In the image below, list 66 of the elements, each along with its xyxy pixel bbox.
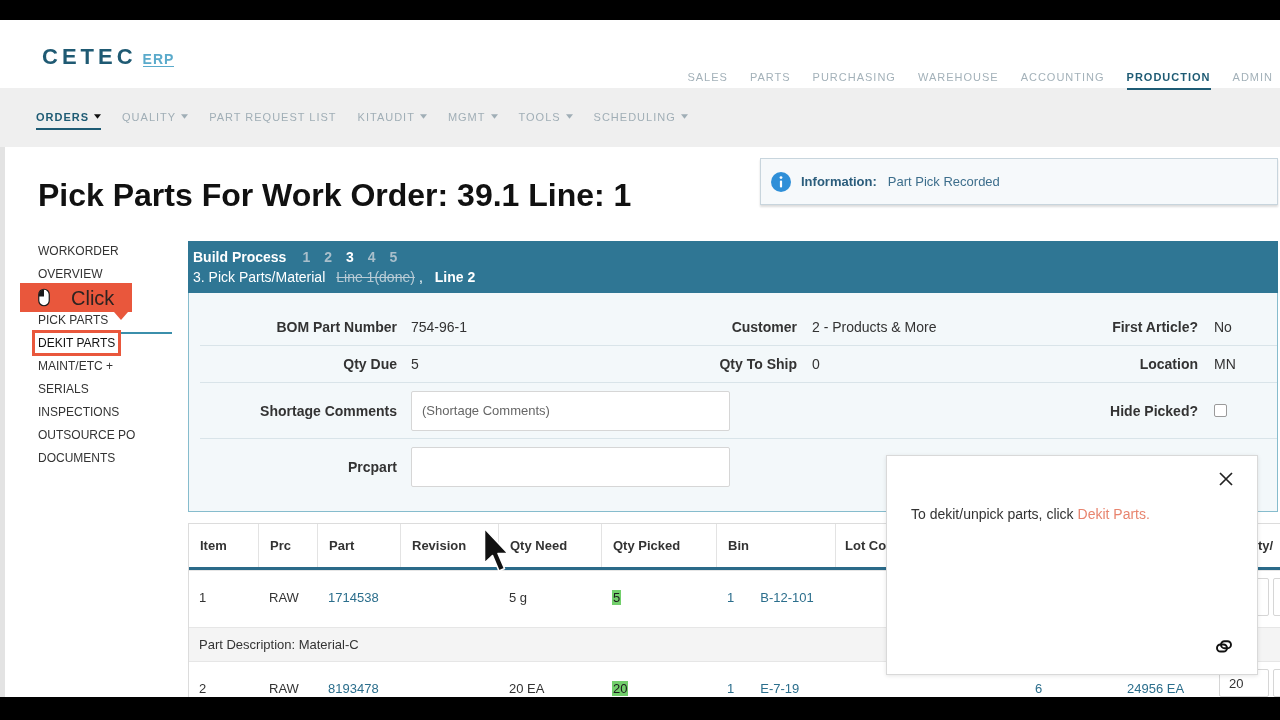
field-value: 0 <box>812 356 820 372</box>
field-value: 754-96-1 <box>411 319 468 335</box>
field-label: Customer <box>731 319 797 335</box>
table-cell-text: 5 g <box>508 589 529 607</box>
column-header[interactable]: Prc <box>259 524 318 567</box>
table-cell-text: 20 EA <box>508 680 546 697</box>
callout-label: Click <box>71 285 115 310</box>
field-label: Location <box>1139 356 1198 372</box>
bin-link[interactable]: B-12-101 <box>760 590 814 606</box>
field-label: BOM Part Number <box>276 319 397 335</box>
part-description: Part Description: Material-C <box>199 636 359 653</box>
picked-quantity: 5 <box>612 590 622 605</box>
table-cell-text: RAW <box>268 589 300 607</box>
field-value: No <box>1214 319 1232 335</box>
bin-quantity-link[interactable]: 1 <box>727 590 735 606</box>
close-button[interactable] <box>1219 472 1233 486</box>
text-field[interactable] <box>411 447 730 487</box>
mouse-pointer-icon <box>483 527 509 573</box>
close-icon <box>1219 472 1233 486</box>
column-header[interactable]: Bin <box>717 524 836 567</box>
popup-message: To dekit/unpick parts, click Dekit Parts. <box>911 505 1151 524</box>
table-cell-text: 1 <box>198 589 208 607</box>
column-header[interactable]: Qty Picked <box>602 524 717 567</box>
column-header[interactable]: Item <box>189 524 259 567</box>
column-header[interactable]: Part <box>318 524 401 567</box>
bin-quantity-link[interactable]: 1 <box>727 681 735 697</box>
table-cell-text: RAW <box>268 680 300 697</box>
step-link[interactable]: 3 <box>345 247 354 267</box>
sidebar-item[interactable]: INSPECTIONS <box>38 400 120 424</box>
field-label: Prcpart <box>347 459 397 475</box>
stage-label: 3. Pick Parts/Material <box>193 268 326 287</box>
sidebar-item[interactable]: SERIALS <box>38 377 89 401</box>
bin-link[interactable]: E-7-19 <box>760 681 800 697</box>
menu-tab[interactable]: ORDERS <box>36 105 102 130</box>
line-link[interactable]: Line 1(done) <box>336 267 415 287</box>
sidebar-item[interactable]: DEKIT PARTS <box>32 330 122 356</box>
picked-quantity: 20 <box>612 681 629 696</box>
sidebar-item[interactable]: WORKORDER OVERVIEW <box>38 239 172 286</box>
text-field[interactable]: (Shortage Comments) <box>411 390 730 431</box>
table-cell-text: 2 <box>198 680 208 697</box>
process-title: Build Process <box>193 248 287 267</box>
field-label: Qty To Ship <box>719 356 797 372</box>
field-label: Qty Due <box>343 356 397 372</box>
notice-message: Part Pick Recorded <box>887 174 1000 189</box>
field-value: MN <box>1214 356 1236 372</box>
sidebar-item[interactable]: DOCUMENTS <box>38 446 116 470</box>
separator-text: , <box>418 268 423 287</box>
sidebar-item[interactable]: MAINT/ETC + <box>38 354 113 378</box>
field-label: First Article? <box>1112 319 1198 335</box>
part-number-link[interactable]: 1714538 <box>328 590 379 605</box>
mouse-icon <box>38 288 50 307</box>
chain-link-icon[interactable] <box>1216 640 1232 653</box>
info-icon <box>771 171 791 192</box>
field-label: Hide Picked? <box>1110 402 1198 419</box>
sidebar-item[interactable]: OUTSOURCE PO <box>38 423 136 447</box>
line-link[interactable]: Line 2 <box>434 267 476 287</box>
part-number-link[interactable]: 8193478 <box>328 681 379 696</box>
logo-wordmark[interactable]: CETEC <box>42 45 137 69</box>
table-link[interactable]: 6 <box>1035 681 1043 696</box>
page-title: Pick Parts For Work Order: 39.1 Line: 1 <box>38 176 632 214</box>
field-value: 2 - Products & More <box>812 319 937 335</box>
field-value: 5 <box>411 356 419 372</box>
notice-label: Information: <box>801 174 877 189</box>
table-link[interactable]: 24956 EA <box>1127 681 1185 696</box>
field-label: Shortage Comments <box>260 402 397 419</box>
checkbox[interactable] <box>1214 404 1227 417</box>
